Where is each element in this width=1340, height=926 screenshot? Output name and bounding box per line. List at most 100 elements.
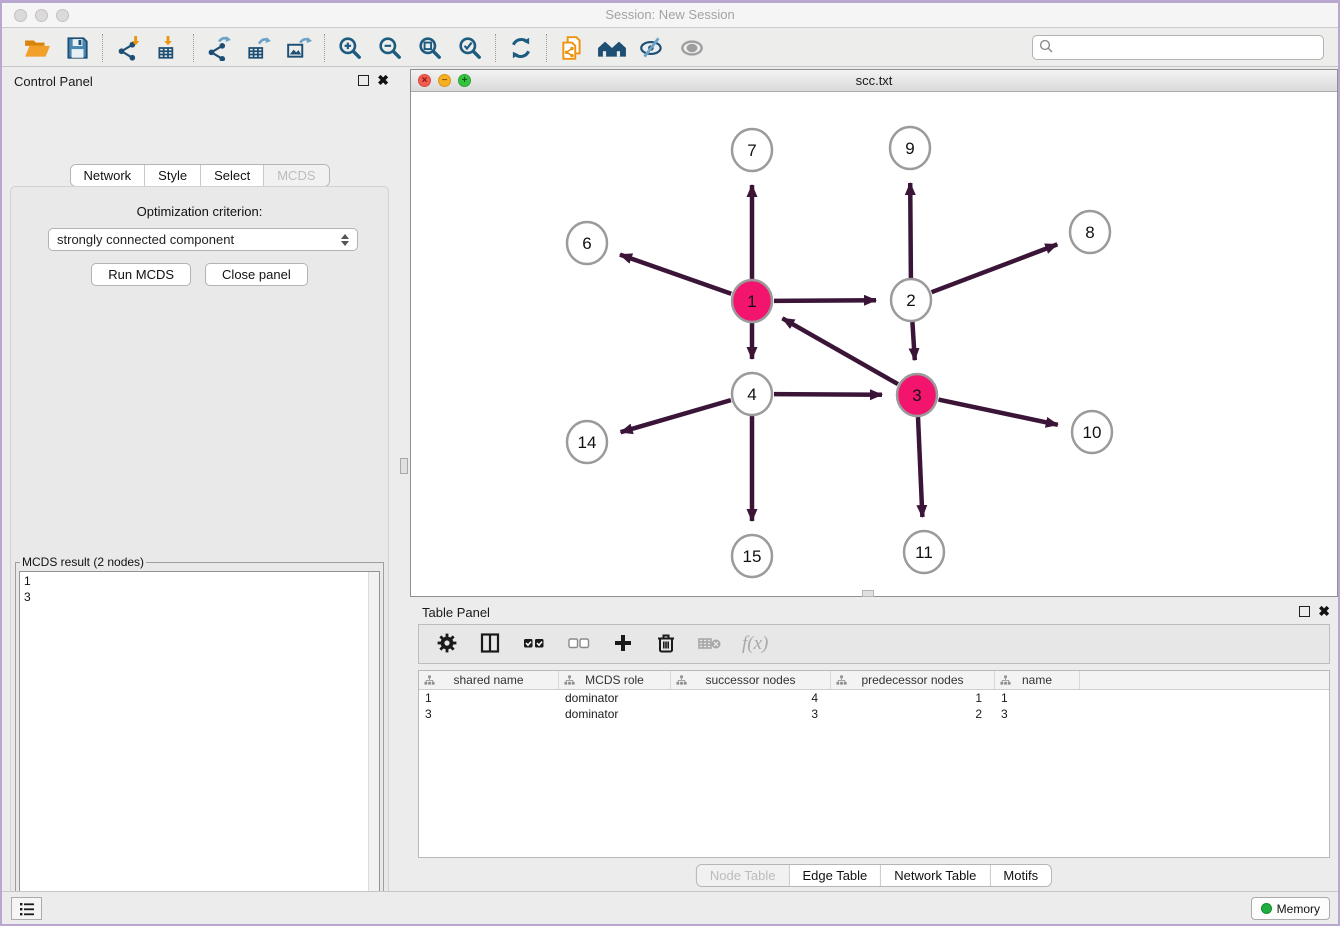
table-cell[interactable]: 1 bbox=[995, 690, 1080, 706]
tab-select[interactable]: Select bbox=[200, 165, 263, 186]
tab-mcds[interactable]: MCDS bbox=[263, 165, 328, 186]
task-list-icon bbox=[17, 899, 37, 919]
save-session-button[interactable] bbox=[62, 33, 92, 63]
table-settings-button[interactable] bbox=[435, 631, 459, 658]
optimization-criterion-dropdown[interactable]: strongly connected component bbox=[48, 228, 358, 251]
show-all-networks-button[interactable] bbox=[597, 33, 627, 63]
run-mcds-button[interactable]: Run MCDS bbox=[91, 263, 191, 286]
hierarchy-icon bbox=[1000, 675, 1011, 689]
mcds-result-line: 1 bbox=[24, 573, 375, 589]
edge-3-10[interactable] bbox=[939, 400, 1058, 425]
edge-1-2[interactable] bbox=[774, 300, 876, 301]
node-11[interactable]: 11 bbox=[904, 531, 944, 573]
control-panel-title: Control Panel bbox=[14, 74, 93, 89]
tab-network[interactable]: Network bbox=[70, 165, 144, 186]
table-cell[interactable]: 1 bbox=[419, 690, 559, 706]
delete-row-button[interactable] bbox=[654, 631, 678, 658]
table-cell[interactable]: 3 bbox=[419, 706, 559, 722]
result-scrollbar[interactable] bbox=[368, 572, 379, 926]
open-session-button[interactable] bbox=[22, 33, 52, 63]
node-15[interactable]: 15 bbox=[732, 535, 772, 577]
column-header-shared-name[interactable]: shared name bbox=[419, 671, 559, 689]
edge-4-3[interactable] bbox=[774, 394, 882, 395]
edge-2-8[interactable] bbox=[932, 244, 1058, 292]
node-7[interactable]: 7 bbox=[732, 129, 772, 171]
float-panel-icon[interactable] bbox=[358, 75, 369, 86]
export-table-icon bbox=[246, 35, 272, 61]
zoom-in-button[interactable] bbox=[335, 33, 365, 63]
tab-style[interactable]: Style bbox=[144, 165, 200, 186]
export-image-icon bbox=[286, 35, 312, 61]
mcds-tab-content: Optimization criterion: strongly connect… bbox=[10, 186, 389, 926]
show-eye-icon bbox=[678, 35, 706, 61]
export-network-button[interactable] bbox=[204, 33, 234, 63]
zoom-out-button[interactable] bbox=[375, 33, 405, 63]
node-10[interactable]: 10 bbox=[1072, 411, 1112, 453]
export-table-button[interactable] bbox=[244, 33, 274, 63]
network-window-title: scc.txt bbox=[411, 73, 1337, 88]
table-cell[interactable]: 4 bbox=[671, 690, 831, 706]
check-pair-icon bbox=[521, 631, 547, 658]
node-8[interactable]: 8 bbox=[1070, 211, 1110, 253]
table-cell[interactable]: dominator bbox=[559, 690, 671, 706]
search-input[interactable] bbox=[1054, 41, 1317, 55]
table-tab-motifs[interactable]: Motifs bbox=[989, 865, 1051, 886]
houses-icon bbox=[597, 35, 627, 61]
edge-1-6[interactable] bbox=[620, 255, 731, 294]
edge-3-1[interactable] bbox=[782, 318, 898, 384]
column-label: name bbox=[1022, 673, 1052, 687]
table-cell[interactable]: 1 bbox=[831, 690, 995, 706]
vertical-splitter-handle[interactable] bbox=[400, 458, 408, 474]
close-panel-icon[interactable]: ✖ bbox=[377, 72, 389, 89]
table-cell[interactable]: 2 bbox=[831, 706, 995, 722]
edge-4-14[interactable] bbox=[621, 400, 731, 432]
apply-layout-button[interactable] bbox=[506, 33, 536, 63]
node-14[interactable]: 14 bbox=[567, 421, 607, 463]
zoom-fit-button[interactable] bbox=[415, 33, 445, 63]
task-history-button[interactable] bbox=[11, 897, 42, 920]
column-header-MCDS-role[interactable]: MCDS role bbox=[559, 671, 671, 689]
mcds-result-textarea[interactable]: 13 bbox=[19, 571, 380, 926]
float-table-panel-icon[interactable] bbox=[1299, 606, 1310, 617]
horizontal-splitter-handle[interactable] bbox=[862, 590, 874, 597]
unselect-all-columns-button[interactable] bbox=[566, 631, 592, 658]
hierarchy-icon bbox=[676, 675, 687, 689]
table-tab-network-table[interactable]: Network Table bbox=[880, 865, 989, 886]
show-columns-button[interactable] bbox=[478, 631, 502, 658]
zoom-selected-button[interactable] bbox=[455, 33, 485, 63]
node-6[interactable]: 6 bbox=[567, 222, 607, 264]
close-panel-button[interactable]: Close panel bbox=[205, 263, 308, 286]
column-header-name[interactable]: name bbox=[995, 671, 1080, 689]
table-row[interactable]: 3dominator323 bbox=[419, 706, 1329, 722]
table-cell[interactable]: 3 bbox=[671, 706, 831, 722]
import-table-button[interactable] bbox=[153, 33, 183, 63]
export-image-button[interactable] bbox=[284, 33, 314, 63]
column-header-successor-nodes[interactable]: successor nodes bbox=[671, 671, 831, 689]
column-header-predecessor-nodes[interactable]: predecessor nodes bbox=[831, 671, 995, 689]
hide-selected-button[interactable] bbox=[637, 33, 667, 63]
node-9[interactable]: 9 bbox=[890, 127, 930, 169]
table-cell[interactable]: dominator bbox=[559, 706, 671, 722]
close-table-panel-icon[interactable]: ✖ bbox=[1318, 603, 1330, 620]
duplicate-network-button[interactable] bbox=[557, 33, 587, 63]
import-network-icon bbox=[115, 35, 141, 61]
network-canvas[interactable]: 7 9 6 8 1 2 4 3 14 10 15 11 bbox=[411, 92, 1337, 596]
node-3[interactable]: 3 bbox=[897, 374, 937, 416]
table-cell[interactable]: 3 bbox=[995, 706, 1080, 722]
import-network-button[interactable] bbox=[113, 33, 143, 63]
show-hidden-button bbox=[677, 33, 707, 63]
node-4[interactable]: 4 bbox=[732, 373, 772, 415]
table-tab-node-table[interactable]: Node Table bbox=[697, 865, 789, 886]
search-box[interactable] bbox=[1032, 35, 1324, 60]
node-2[interactable]: 2 bbox=[891, 279, 931, 321]
add-row-button[interactable] bbox=[611, 631, 635, 658]
edge-3-11[interactable] bbox=[918, 417, 922, 517]
network-window-title-bar: × − + scc.txt bbox=[411, 70, 1337, 92]
table-tab-edge-table[interactable]: Edge Table bbox=[788, 865, 880, 886]
table-row[interactable]: 1dominator411 bbox=[419, 690, 1329, 706]
memory-button[interactable]: Memory bbox=[1251, 897, 1330, 920]
node-1[interactable]: 1 bbox=[732, 280, 772, 322]
select-all-columns-button[interactable] bbox=[521, 631, 547, 658]
edge-2-3[interactable] bbox=[912, 322, 914, 360]
edge-2-9[interactable] bbox=[910, 183, 911, 278]
